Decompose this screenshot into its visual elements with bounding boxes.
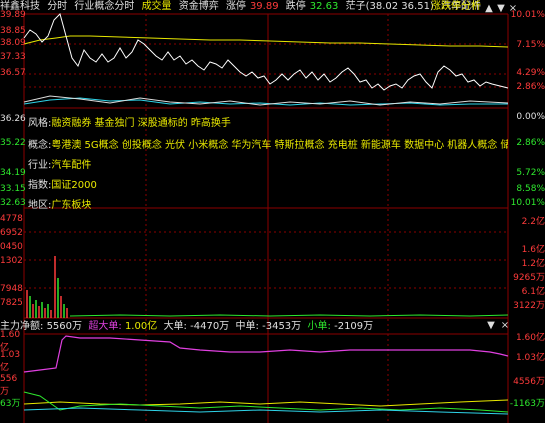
mid-flow-value: -3453万 [262,321,302,332]
axis-right-8: 10.01% [510,198,545,208]
index-row: 指数:国证2000 [28,180,97,191]
axis-left-7: 34.19 [0,168,26,178]
axis-right-7: 8.58% [516,184,545,194]
vol-left-5: 7825 [0,298,23,308]
region-row: 地区:广东板块 [28,200,92,211]
avg-price-line [23,35,509,48]
axis-right-1: 7.15% [516,40,545,50]
small-flow-value: -2109万 [334,321,374,332]
vol-right-0: 2.2亿 [521,217,545,227]
flow-right-0: 1.60亿 [515,333,545,343]
price-line [23,13,509,91]
vol-right-2: 1.2亿 [521,259,545,269]
concept-row: 概念:粤港澳 5G概念 创投概念 光伏 小米概念 华为汽车 特斯拉概念 充电桩 … [28,136,508,151]
style-value: 融资融券 基金独门 深股通标的 昨高换手 [51,118,231,129]
region-value[interactable]: 广东板块 [51,200,91,211]
vol-left-1: 6952 [0,228,23,238]
flow-right-3: -1163万 [509,399,545,409]
main-flow-value: 5560万 [46,321,83,332]
axis-right-3: 2.86% [516,82,545,92]
vol-right-1: 1.6亿 [521,245,545,255]
main-flow-line [23,335,509,373]
big-flow-value: -4470万 [190,321,230,332]
axis-left-0: 39.89 [0,10,26,20]
index-value[interactable]: 国证2000 [51,180,96,191]
vol-left-0: 4778 [0,214,23,224]
industry-value[interactable]: 汽车配件 [51,160,91,171]
industry-row: 行业:汽车配件 [28,160,92,171]
style-row: 风格:融资融券 基金独门 深股通标的 昨高换手 [28,118,231,129]
flow-right-1: 1.03亿 [515,353,545,363]
vol-right-3: 9265万 [513,273,545,283]
axis-left-2: 38.09 [0,38,26,48]
vol-right-4: 6.1亿 [521,287,545,297]
flow-right-2: 4556万 [513,377,545,387]
axis-left-4: 36.57 [0,68,26,78]
axis-left-6: 35.22 [0,138,26,148]
axis-left-5: 36.26 [0,114,26,124]
stock-info-panel: 风格:融资融券 基金独门 深股通标的 昨高换手 概念:粤港澳 5G概念 创投概念… [24,112,508,312]
vol-left-2: 0450 [0,242,23,252]
small-flow-line [23,407,509,415]
super-flow-value: 1.00亿 [124,321,158,332]
flow-left-1: 1.03亿 [0,350,21,373]
vol-left-4: 7948 [0,284,23,294]
flow-settings-icon[interactable]: ▼ [486,321,496,331]
axis-left-9: 32.63 [0,198,26,208]
axis-left-8: 33.15 [0,184,26,194]
vol-right-5: 3122万 [513,301,545,311]
fund-flow-header: 主力净额: 5560万 超大单: 1.00亿 大单: -4470万 中单: -3… [0,321,374,332]
axis-right-2: 4.29% [516,68,545,78]
concept-value: 粤港澳 5G概念 创投概念 光伏 小米概念 华为汽车 特斯拉概念 充电桩 新能源… [51,140,508,151]
axis-left-3: 37.33 [0,52,26,62]
flow-left-3: 63万 [0,399,21,409]
axis-right-6: 5.72% [516,168,545,178]
axis-right-4: 0.00% [516,112,545,122]
vol-left-3: 1302 [0,256,23,266]
axis-right-0: 10.01% [510,10,545,20]
volume-baseline [69,314,509,317]
axis-left-1: 38.85 [0,26,26,36]
flow-left-2: 556万 [0,374,18,397]
axis-right-5: 2.86% [516,138,545,148]
